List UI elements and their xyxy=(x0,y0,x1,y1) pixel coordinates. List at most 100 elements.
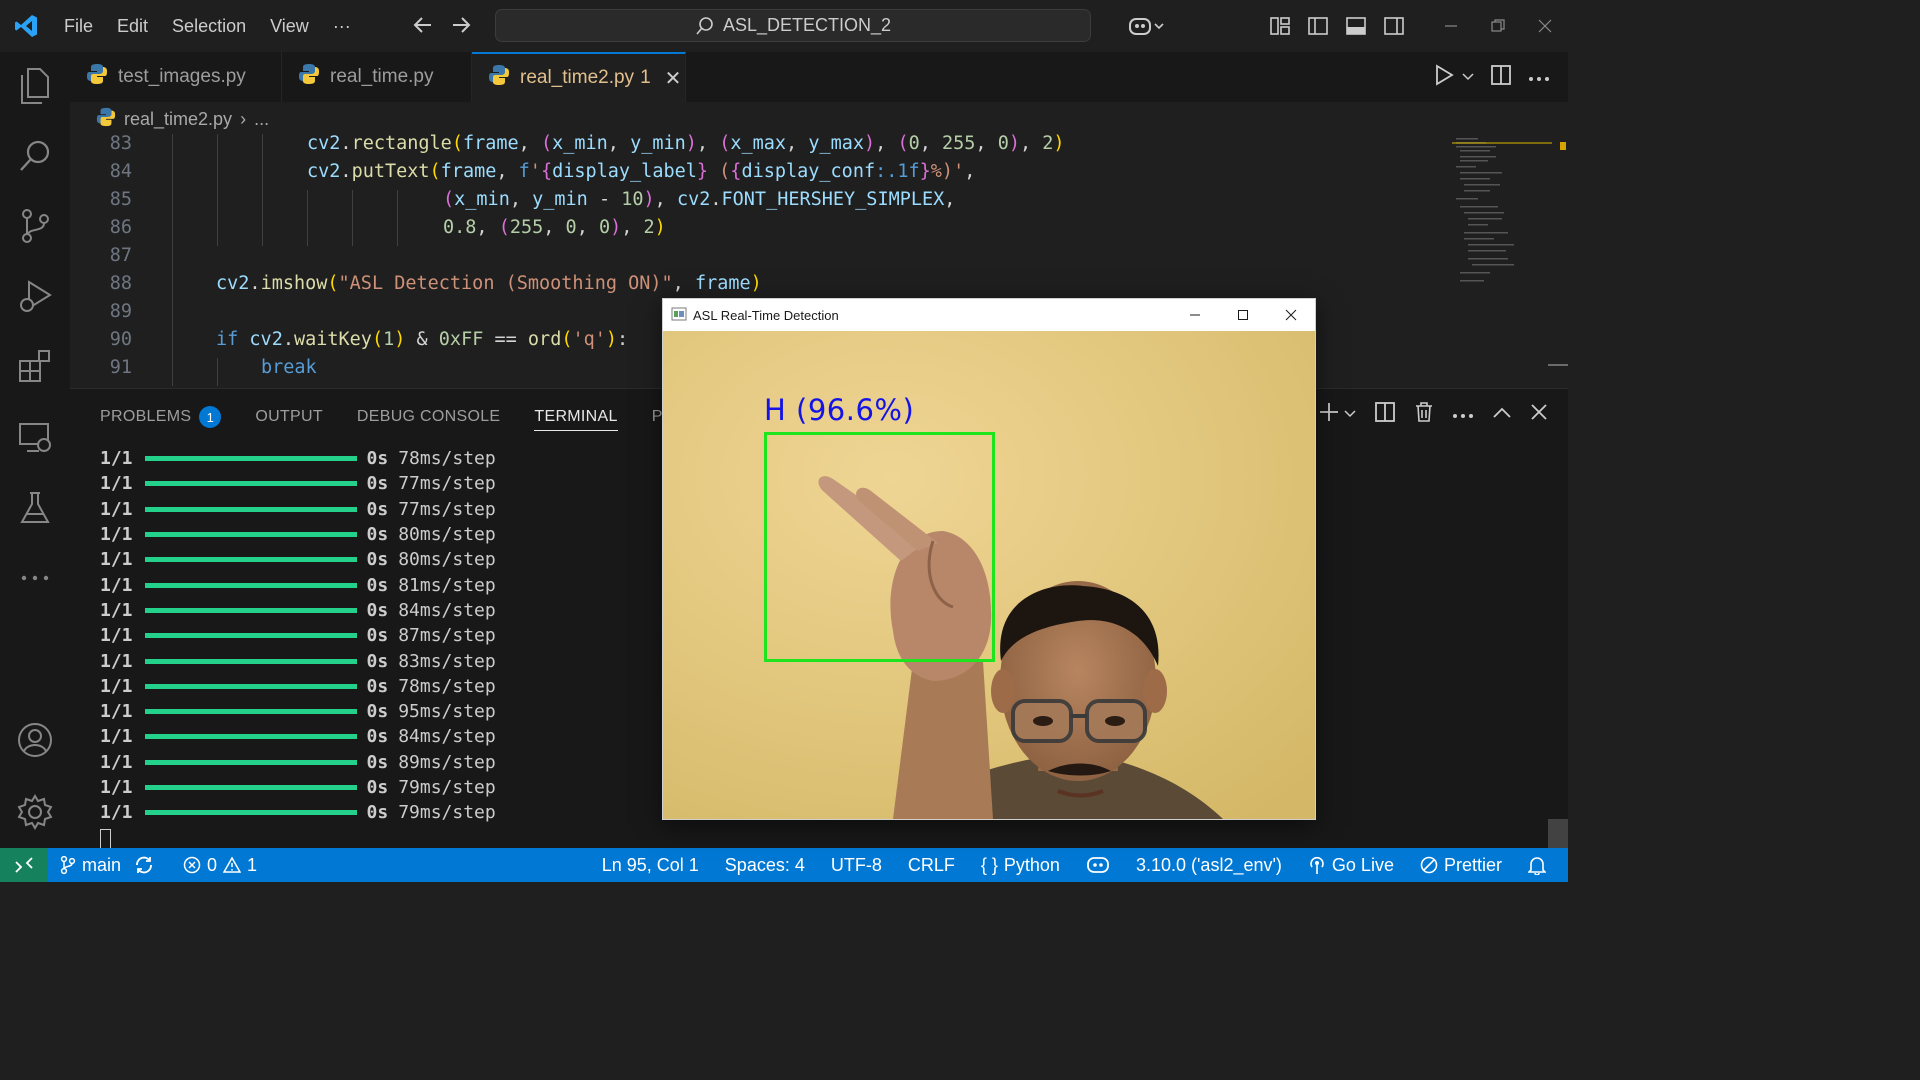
toggle-panel-icon[interactable] xyxy=(1337,0,1375,52)
menu-file[interactable]: File xyxy=(52,0,105,52)
language-mode[interactable]: { } Python xyxy=(973,855,1068,876)
remote-explorer-icon[interactable] xyxy=(15,418,55,458)
line-number: 87 xyxy=(109,245,132,266)
git-branch[interactable]: main xyxy=(48,855,163,876)
chevron-down-icon[interactable] xyxy=(1344,406,1356,424)
kill-terminal-trash-icon[interactable] xyxy=(1414,401,1434,428)
new-terminal-plus-icon[interactable] xyxy=(1318,401,1340,428)
split-terminal-icon[interactable] xyxy=(1374,401,1396,428)
status-bar-right: Ln 95, Col 1 Spaces: 4 UTF-8 CRLF { } Pyt… xyxy=(594,848,1568,882)
more-views-icon[interactable] xyxy=(15,558,55,598)
terminal-line: 1/1 0s 89ms/step xyxy=(100,750,496,775)
tab-test-images[interactable]: test_images.py xyxy=(70,52,282,102)
maximize-icon[interactable] xyxy=(1219,299,1267,331)
progress-bar xyxy=(144,456,357,462)
problems-count-badge: 1 xyxy=(199,406,222,428)
manage-gear-icon[interactable] xyxy=(15,792,55,832)
end-of-line[interactable]: CRLF xyxy=(900,855,963,876)
minimize-icon[interactable] xyxy=(1427,0,1474,52)
tab-real-time[interactable]: real_time.py xyxy=(282,52,472,102)
progress-bar xyxy=(144,709,357,715)
accounts-icon[interactable] xyxy=(15,720,55,760)
close-window-icon[interactable] xyxy=(1521,0,1568,52)
tab-problems[interactable]: PROBLEMS 1 xyxy=(100,403,222,431)
tab-output[interactable]: OUTPUT xyxy=(255,403,323,431)
copilot-icon[interactable] xyxy=(1121,0,1171,52)
command-center-search[interactable]: ASL_DETECTION_2 xyxy=(495,9,1091,42)
toggle-primary-sidebar-icon[interactable] xyxy=(1299,0,1337,52)
menu-bar: File Edit Selection View ··· xyxy=(52,0,363,52)
customize-layout-icon[interactable] xyxy=(1261,0,1299,52)
tab-real-time2[interactable]: real_time2.py 1 ✕ xyxy=(472,52,686,102)
opencv-window[interactable]: ASL Real-Time Detection H (96.6%) xyxy=(662,298,1316,820)
problems-summary[interactable]: 0 1 xyxy=(175,855,265,876)
extensions-icon[interactable] xyxy=(15,346,55,386)
restore-icon[interactable] xyxy=(1474,0,1521,52)
remote-indicator-icon[interactable] xyxy=(0,848,48,882)
detection-label: H (96.6%) xyxy=(764,393,915,427)
chevron-down-icon[interactable] xyxy=(1462,69,1474,87)
editor-scrollbar[interactable] xyxy=(1546,134,1568,386)
terminal-scrollbar-thumb[interactable] xyxy=(1548,819,1568,849)
terminal-line: 1/1 0s 78ms/step xyxy=(100,674,496,699)
menu-more[interactable]: ··· xyxy=(321,0,363,52)
opencv-app-icon xyxy=(671,307,687,324)
source-control-icon[interactable] xyxy=(15,206,55,246)
terminal-line: 1/1 0s 84ms/step xyxy=(100,724,496,749)
prettier-button[interactable]: Prettier xyxy=(1412,855,1510,876)
progress-bar xyxy=(144,734,357,740)
tab-terminal[interactable]: TERMINAL xyxy=(534,403,618,431)
menu-selection[interactable]: Selection xyxy=(160,0,258,52)
encoding[interactable]: UTF-8 xyxy=(823,855,890,876)
elapsed-time: 0s xyxy=(366,448,389,470)
step-count: 1/1 xyxy=(100,524,133,546)
opencv-window-controls xyxy=(1171,299,1315,331)
split-editor-icon[interactable] xyxy=(1490,64,1512,91)
opencv-window-titlebar[interactable]: ASL Real-Time Detection xyxy=(663,299,1315,331)
more-actions-icon[interactable] xyxy=(1452,406,1474,424)
minimap[interactable] xyxy=(1452,134,1552,294)
opencv-window-title: ASL Real-Time Detection xyxy=(693,307,839,323)
more-actions-icon[interactable] xyxy=(1528,69,1550,87)
copilot-status-icon[interactable] xyxy=(1078,855,1118,875)
search-icon[interactable] xyxy=(15,136,55,176)
close-window-icon[interactable] xyxy=(1267,299,1315,331)
tab-debug-console[interactable]: DEBUG CONSOLE xyxy=(357,403,501,431)
cursor-position[interactable]: Ln 95, Col 1 xyxy=(594,855,707,876)
python-interpreter[interactable]: 3.10.0 ('asl2_env') xyxy=(1128,855,1290,876)
elapsed-time: 0s xyxy=(366,549,389,571)
terminal-output[interactable]: 1/1 0s 78ms/step 1/1 0s 77ms/step 1/1 0s 77ms/st… xyxy=(100,446,496,852)
elapsed-time: 0s xyxy=(366,777,389,798)
sync-icon[interactable] xyxy=(133,855,155,875)
editor-tabs: test_images.py real_time.py real_time2.p… xyxy=(70,52,1568,102)
toggle-secondary-sidebar-icon[interactable] xyxy=(1375,0,1413,52)
minimize-icon[interactable] xyxy=(1171,299,1219,331)
menu-edit[interactable]: Edit xyxy=(105,0,160,52)
maximize-panel-chevron-up-icon[interactable] xyxy=(1492,405,1512,424)
menu-view[interactable]: View xyxy=(258,0,321,52)
progress-bar xyxy=(144,759,357,765)
notifications-bell-icon[interactable] xyxy=(1520,855,1554,875)
go-live-button[interactable]: Go Live xyxy=(1300,855,1402,876)
progress-bar xyxy=(144,506,357,512)
progress-bar xyxy=(144,481,357,487)
command-center-label: ASL_DETECTION_2 xyxy=(722,15,892,35)
breadcrumb-file[interactable]: real_time2.py xyxy=(124,109,232,130)
indentation[interactable]: Spaces: 4 xyxy=(717,855,813,876)
line-number: 88 xyxy=(109,273,132,294)
run-debug-icon[interactable] xyxy=(15,276,55,316)
forward-arrow-icon[interactable] xyxy=(448,10,474,45)
breadcrumb-symbols[interactable]: ... xyxy=(254,109,269,130)
run-python-file-icon[interactable] xyxy=(1434,64,1454,91)
close-panel-icon[interactable] xyxy=(1530,403,1548,426)
broadcast-icon xyxy=(1310,856,1324,874)
step-count: 1/1 xyxy=(100,751,133,773)
close-tab-icon[interactable]: ✕ xyxy=(665,66,682,91)
step-count: 1/1 xyxy=(100,498,133,520)
elapsed-time: 0s xyxy=(366,599,389,621)
explorer-icon[interactable] xyxy=(15,66,55,106)
progress-bar xyxy=(144,633,357,639)
testing-icon[interactable] xyxy=(15,488,55,528)
back-arrow-icon[interactable] xyxy=(410,10,436,45)
step-rate: 83ms/step xyxy=(398,650,496,672)
